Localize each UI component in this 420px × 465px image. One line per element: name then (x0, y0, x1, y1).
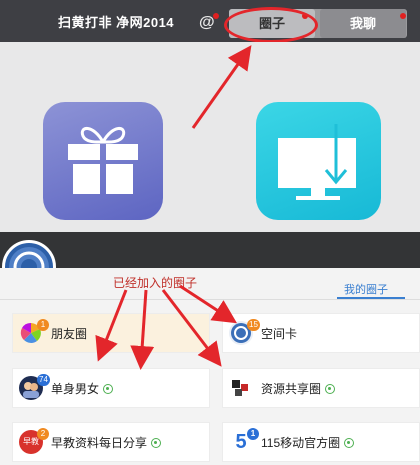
circle-name: 115移动官方圈 (261, 434, 355, 451)
circle-name: 资源共享圈 (261, 380, 336, 397)
circle-name: 早教资料每日分享 (51, 434, 162, 451)
circle-name: 朋友圈 (51, 327, 88, 341)
notification-dot (213, 13, 219, 19)
circle-card-early-education[interactable]: 早教 2 早教资料每日分享 (12, 422, 210, 462)
unread-badge: 74 (37, 374, 50, 386)
pinwheel-icon: 1 (19, 319, 49, 345)
circle-name: 单身男女 (51, 380, 114, 397)
115-logo-icon: 5 1 (229, 428, 259, 454)
verified-icon (325, 384, 336, 394)
circle-card-space-card[interactable]: 15 空间卡 (222, 313, 420, 353)
unread-badge: 1 (37, 319, 49, 331)
circle-card-resource-share[interactable]: 资源共享圈 (222, 368, 420, 408)
verified-icon (151, 438, 162, 448)
download-app-icon[interactable] (256, 102, 381, 220)
banner-title: 扫黄打非 净网2014 (58, 15, 175, 30)
circle-name: 空间卡 (261, 327, 298, 341)
highlight-ellipse (224, 7, 318, 43)
unread-badge: 1 (247, 428, 259, 440)
verified-icon (344, 438, 355, 448)
notification-dot (400, 13, 406, 19)
early-edu-icon: 早教 2 (19, 428, 49, 454)
gift-icon (68, 127, 138, 194)
verified-icon (103, 384, 114, 394)
monitor-download-icon (278, 124, 356, 200)
tab-chat[interactable]: 我聊 (320, 9, 406, 38)
unread-badge: 2 (37, 428, 49, 440)
divider (0, 299, 420, 300)
unread-badge: 15 (247, 319, 260, 331)
tab-my-circles[interactable]: 我的圈子 (344, 281, 388, 297)
profile-band (0, 232, 420, 268)
cubes-icon (229, 376, 253, 400)
ring-icon: 15 (229, 319, 260, 345)
couple-icon: 74 (19, 374, 50, 400)
circle-card-singles[interactable]: 74 单身男女 (12, 368, 210, 408)
annotation-label: 已经加入的圈子 (113, 276, 198, 290)
circle-card-115-official[interactable]: 5 1 115移动官方圈 (222, 422, 420, 462)
circle-card-friends[interactable]: 1 朋友圈 (12, 313, 210, 353)
gift-app-icon[interactable] (43, 102, 163, 220)
